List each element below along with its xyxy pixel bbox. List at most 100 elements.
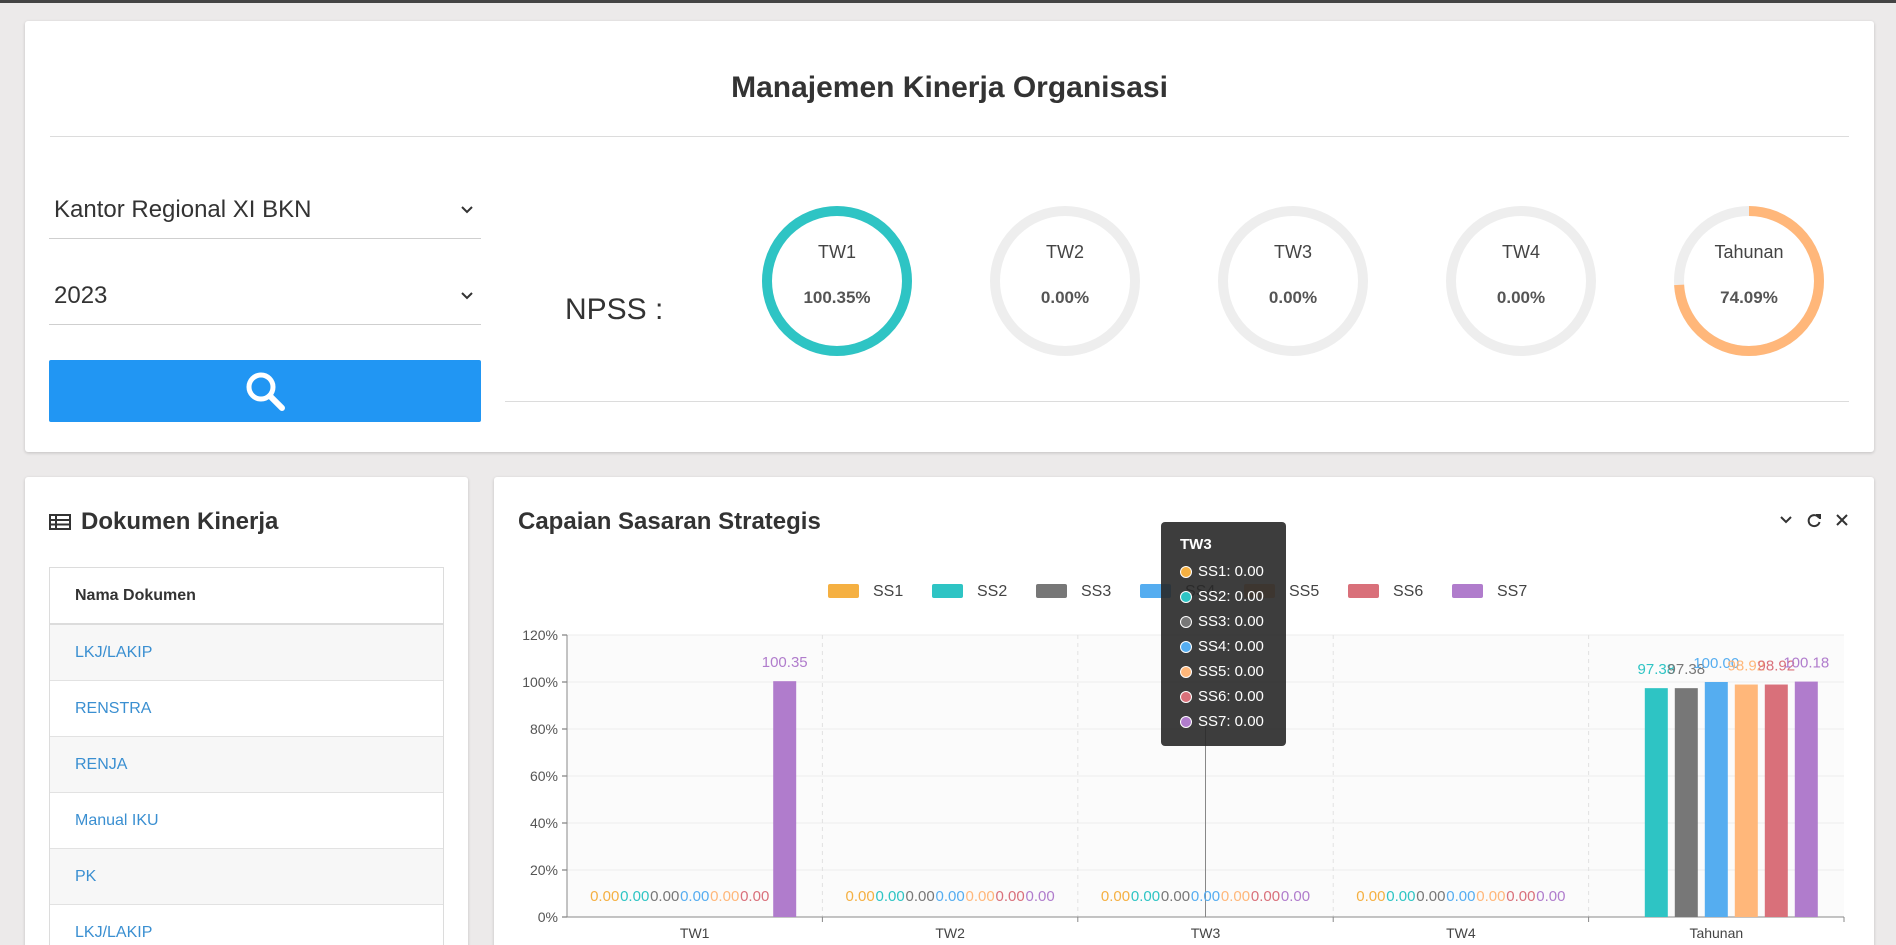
series-dot <box>1180 690 1192 703</box>
data-label: 0.00 <box>1131 888 1160 905</box>
doc-link[interactable]: RENSTRA <box>50 681 443 737</box>
legend-swatch[interactable] <box>932 584 963 598</box>
tooltip-row-text: SS1: 0.00 <box>1198 563 1264 580</box>
gauge-label: Tahunan <box>1714 242 1784 262</box>
data-label: 0.00 <box>845 888 874 905</box>
data-label: 0.00 <box>710 888 739 905</box>
x-tick-label: TW2 <box>935 925 965 941</box>
data-label: 0.00 <box>650 888 679 905</box>
gauge-value: 0.00% <box>1268 288 1318 307</box>
y-tick-label: 40% <box>530 815 558 831</box>
doc-link[interactable]: LKJ/LAKIP <box>50 905 443 945</box>
y-tick-label: 20% <box>530 862 558 878</box>
data-label: 0.00 <box>740 888 769 905</box>
doc-link[interactable]: RENJA <box>50 737 443 793</box>
chevron-down-icon <box>461 291 473 299</box>
tooltip-rows: SS1: 0.00 SS2: 0.00 SS3: 0.00 SS4: 0.00 SS5:… <box>1180 559 1286 734</box>
doc-link[interactable]: LKJ/LAKIP <box>50 625 443 681</box>
chart-tools <box>1778 512 1850 528</box>
data-label: 0.00 <box>620 888 649 905</box>
office-select[interactable]: Kantor Regional XI BKN <box>49 181 481 239</box>
tooltip-row-text: SS4: 0.00 <box>1198 638 1264 655</box>
series-dot <box>1180 640 1192 653</box>
data-label: 0.00 <box>1386 888 1415 905</box>
legend-label[interactable]: SS6 <box>1393 583 1423 600</box>
data-label: 0.00 <box>1536 888 1565 905</box>
bar-ss2[interactable] <box>1644 688 1668 917</box>
refresh-icon[interactable] <box>1806 512 1822 528</box>
gauge-value: 0.00% <box>1496 288 1546 307</box>
legend-label[interactable]: SS7 <box>1497 583 1527 600</box>
legend-swatch[interactable] <box>1452 584 1483 598</box>
data-label: 0.00 <box>1101 888 1130 905</box>
data-label: 0.00 <box>995 888 1024 905</box>
top-bar <box>0 0 1896 3</box>
tooltip-row-text: SS2: 0.00 <box>1198 588 1264 605</box>
series-dot <box>1180 715 1192 728</box>
x-tick-label: TW1 <box>680 925 710 941</box>
data-label: 0.00 <box>590 888 619 905</box>
office-select-value: Kantor Regional XI BKN <box>54 195 312 223</box>
tooltip-row: SS1: 0.00 <box>1180 559 1286 584</box>
data-label: 0.00 <box>1416 888 1445 905</box>
year-select[interactable]: 2023 <box>49 267 481 325</box>
docs-table: Nama Dokumen LKJ/LAKIP RENSTRA RENJA Manual… <box>49 567 444 945</box>
tooltip-row: SS5: 0.00 <box>1180 659 1286 684</box>
tooltip-row-text: SS3: 0.00 <box>1198 613 1264 630</box>
tooltip-row-text: SS5: 0.00 <box>1198 663 1264 680</box>
npss-gauge-tw2: TW2 0.00% <box>988 204 1142 358</box>
chart-tooltip: TW3 SS1: 0.00 SS2: 0.00 SS3: 0.00 SS4: 0.00… <box>1161 522 1286 746</box>
data-label: 0.00 <box>1506 888 1535 905</box>
bar-ss4[interactable] <box>1704 682 1728 917</box>
x-tick-label: TW4 <box>1446 925 1476 941</box>
series-dot <box>1180 565 1192 578</box>
title-divider <box>50 136 1849 137</box>
data-label: 0.00 <box>935 888 964 905</box>
year-select-value: 2023 <box>54 281 108 309</box>
series-dot <box>1180 615 1192 628</box>
npss-gauge-tahunan: Tahunan 74.09% <box>1672 204 1826 358</box>
chevron-down-icon <box>461 205 473 213</box>
data-label: 100.35 <box>762 654 808 671</box>
series-dot <box>1180 665 1192 678</box>
legend-label[interactable]: SS5 <box>1289 583 1319 600</box>
x-tick-label: TW3 <box>1191 925 1221 941</box>
npss-gauge-tw3: TW3 0.00% <box>1216 204 1370 358</box>
data-label: 0.00 <box>875 888 904 905</box>
data-label: 0.00 <box>1191 888 1220 905</box>
data-label: 0.00 <box>1356 888 1385 905</box>
doc-link[interactable]: Manual IKU <box>50 793 443 849</box>
doc-link[interactable]: PK <box>50 849 443 905</box>
data-label: 0.00 <box>1446 888 1475 905</box>
docs-title-text: Dokumen Kinerja <box>81 508 279 535</box>
data-label: 0.00 <box>965 888 994 905</box>
bar-ss3[interactable] <box>1674 688 1698 917</box>
page-title: Manajemen Kinerja Organisasi <box>731 71 1168 104</box>
npss-gauge-tw4: TW4 0.00% <box>1444 204 1598 358</box>
legend-label[interactable]: SS1 <box>873 583 903 600</box>
legend-swatch[interactable] <box>828 584 859 598</box>
kinerja-summary-card: Manajemen Kinerja Organisasi Kantor Regi… <box>25 21 1874 452</box>
tooltip-title: TW3 <box>1180 536 1212 553</box>
legend-label[interactable]: SS3 <box>1081 583 1111 600</box>
legend-swatch[interactable] <box>1348 584 1379 598</box>
data-label: 0.00 <box>1251 888 1280 905</box>
gauge-label: TW3 <box>1274 242 1312 262</box>
data-label: 0.00 <box>1476 888 1505 905</box>
bar-ss5[interactable] <box>1734 684 1758 917</box>
data-label: 0.00 <box>1025 888 1054 905</box>
search-button[interactable] <box>49 360 481 422</box>
npss-gauge-tw1: TW1 100.35% <box>760 204 914 358</box>
bar-ss7[interactable] <box>773 681 797 917</box>
legend-swatch[interactable] <box>1036 584 1067 598</box>
tooltip-row-text: SS7: 0.00 <box>1198 713 1264 730</box>
data-label: 0.00 <box>1161 888 1190 905</box>
gauge-label: TW1 <box>818 242 856 262</box>
chevron-down-icon[interactable] <box>1778 512 1794 528</box>
bar-ss7[interactable] <box>1794 681 1818 917</box>
table-header: Nama Dokumen <box>50 568 443 625</box>
legend-label[interactable]: SS2 <box>977 583 1007 600</box>
bar-ss6[interactable] <box>1764 684 1788 917</box>
y-tick-label: 80% <box>530 721 558 737</box>
close-icon[interactable] <box>1834 512 1850 528</box>
